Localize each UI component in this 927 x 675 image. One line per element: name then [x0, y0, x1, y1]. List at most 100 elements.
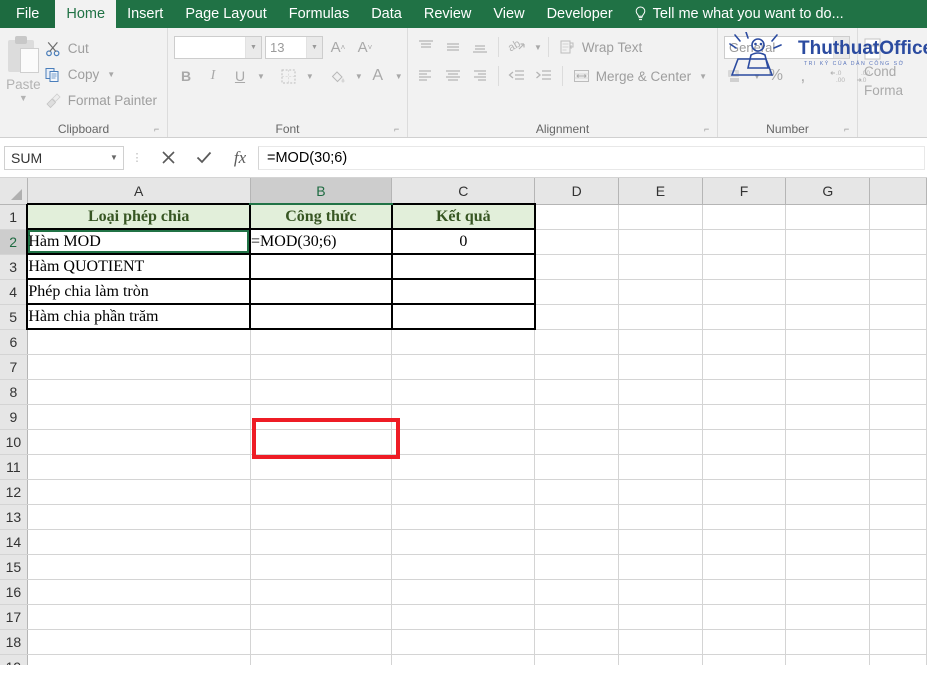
- cell-g17[interactable]: [786, 604, 870, 629]
- cell-b9[interactable]: [250, 404, 392, 429]
- cell-f4[interactable]: [702, 279, 786, 304]
- cell-g13[interactable]: [786, 504, 870, 529]
- cell-b6[interactable]: [250, 329, 392, 354]
- cell-b18[interactable]: [250, 629, 392, 654]
- cell-c18[interactable]: [392, 629, 535, 654]
- tab-view[interactable]: View: [482, 0, 535, 28]
- cell-c6[interactable]: [392, 329, 535, 354]
- format-painter-button[interactable]: Format Painter: [41, 89, 161, 112]
- row-header-11[interactable]: 11: [0, 454, 27, 479]
- column-header-c[interactable]: C: [392, 178, 535, 204]
- align-right-button[interactable]: [468, 64, 492, 88]
- cell-e17[interactable]: [619, 604, 703, 629]
- cell-g14[interactable]: [786, 529, 870, 554]
- cell-b17[interactable]: [250, 604, 392, 629]
- cell-a8[interactable]: [27, 379, 250, 404]
- cell-h18[interactable]: [870, 629, 927, 654]
- cell-c9[interactable]: [392, 404, 535, 429]
- row-header-15[interactable]: 15: [0, 554, 27, 579]
- cell-a5[interactable]: Hàm chia phần trăm: [27, 304, 250, 329]
- cell-g11[interactable]: [786, 454, 870, 479]
- fill-color-dropdown-icon[interactable]: ▼: [355, 72, 363, 81]
- cell-c2[interactable]: 0: [392, 229, 535, 254]
- cell-d5[interactable]: [535, 304, 619, 329]
- row-header-19[interactable]: 19: [0, 654, 27, 665]
- cell-a4[interactable]: Phép chia làm tròn: [27, 279, 250, 304]
- cell-a11[interactable]: [27, 454, 250, 479]
- underline-dropdown-icon[interactable]: ▼: [257, 72, 265, 81]
- cell-f7[interactable]: [702, 354, 786, 379]
- name-box-dropdown-icon[interactable]: ▼: [105, 153, 123, 162]
- cell-h3[interactable]: [870, 254, 927, 279]
- cell-d8[interactable]: [535, 379, 619, 404]
- merge-center-button[interactable]: Merge & Center ▼: [569, 64, 711, 88]
- tab-data[interactable]: Data: [360, 0, 413, 28]
- font-color-button[interactable]: A: [366, 64, 390, 88]
- decrease-indent-button[interactable]: [505, 64, 529, 88]
- cell-c8[interactable]: [392, 379, 535, 404]
- align-middle-button[interactable]: [441, 35, 465, 59]
- fill-color-button[interactable]: [326, 64, 350, 88]
- font-size-dropdown-icon[interactable]: ▼: [306, 37, 322, 58]
- cell-a17[interactable]: [27, 604, 250, 629]
- decrease-font-size-button[interactable]: A˅: [353, 35, 377, 59]
- cell-e18[interactable]: [619, 629, 703, 654]
- row-header-1[interactable]: 1: [0, 204, 27, 229]
- cell-e19[interactable]: [619, 654, 703, 665]
- cell-a14[interactable]: [27, 529, 250, 554]
- cell-a13[interactable]: [27, 504, 250, 529]
- cell-h2[interactable]: [870, 229, 927, 254]
- wrap-text-button[interactable]: Wrap Text: [555, 35, 646, 59]
- cancel-formula-button[interactable]: [150, 145, 186, 171]
- cell-h17[interactable]: [870, 604, 927, 629]
- cell-d10[interactable]: [535, 429, 619, 454]
- cell-d11[interactable]: [535, 454, 619, 479]
- clipboard-dialog-launcher[interactable]: ⌐: [154, 125, 163, 134]
- align-left-button[interactable]: [414, 64, 438, 88]
- cell-e4[interactable]: [619, 279, 703, 304]
- row-header-13[interactable]: 13: [0, 504, 27, 529]
- cell-c4[interactable]: [392, 279, 535, 304]
- cell-b2[interactable]: =MOD(30;6): [250, 229, 392, 254]
- alignment-dialog-launcher[interactable]: ⌐: [704, 125, 713, 134]
- cell-f3[interactable]: [702, 254, 786, 279]
- column-header-b[interactable]: B: [250, 178, 392, 204]
- copy-dropdown-icon[interactable]: ▼: [107, 70, 115, 79]
- name-box[interactable]: SUM ▼: [4, 146, 124, 170]
- percent-style-button[interactable]: %: [764, 64, 788, 88]
- cell-b13[interactable]: [250, 504, 392, 529]
- row-header-2[interactable]: 2: [0, 229, 27, 254]
- cell-g6[interactable]: [786, 329, 870, 354]
- align-center-button[interactable]: [441, 64, 465, 88]
- cell-g7[interactable]: [786, 354, 870, 379]
- cell-g4[interactable]: [786, 279, 870, 304]
- cell-c15[interactable]: [392, 554, 535, 579]
- formula-input[interactable]: =MOD(30;6): [258, 146, 925, 170]
- row-header-3[interactable]: 3: [0, 254, 27, 279]
- cell-e15[interactable]: [619, 554, 703, 579]
- row-header-9[interactable]: 9: [0, 404, 27, 429]
- increase-decimal-button[interactable]: .0 .00: [827, 64, 851, 88]
- cell-h9[interactable]: [870, 404, 927, 429]
- tab-page-layout[interactable]: Page Layout: [174, 0, 277, 28]
- cell-c5[interactable]: [392, 304, 535, 329]
- font-name-combo[interactable]: ▼: [174, 36, 262, 59]
- bold-button[interactable]: B: [174, 64, 198, 88]
- tab-home[interactable]: Home: [55, 0, 116, 28]
- align-bottom-button[interactable]: [468, 35, 492, 59]
- paste-dropdown-icon[interactable]: ▼: [19, 93, 28, 103]
- cell-e7[interactable]: [619, 354, 703, 379]
- cell-h7[interactable]: [870, 354, 927, 379]
- cell-f15[interactable]: [702, 554, 786, 579]
- tab-formulas[interactable]: Formulas: [278, 0, 360, 28]
- cell-b14[interactable]: [250, 529, 392, 554]
- cell-a12[interactable]: [27, 479, 250, 504]
- cell-h4[interactable]: [870, 279, 927, 304]
- cell-c16[interactable]: [392, 579, 535, 604]
- font-dialog-launcher[interactable]: ⌐: [394, 125, 403, 134]
- accounting-format-button[interactable]: [724, 64, 748, 88]
- cell-b12[interactable]: [250, 479, 392, 504]
- column-header-e[interactable]: E: [619, 178, 703, 204]
- cell-g2[interactable]: [786, 229, 870, 254]
- conditional-formatting-line2[interactable]: Forma: [864, 81, 921, 100]
